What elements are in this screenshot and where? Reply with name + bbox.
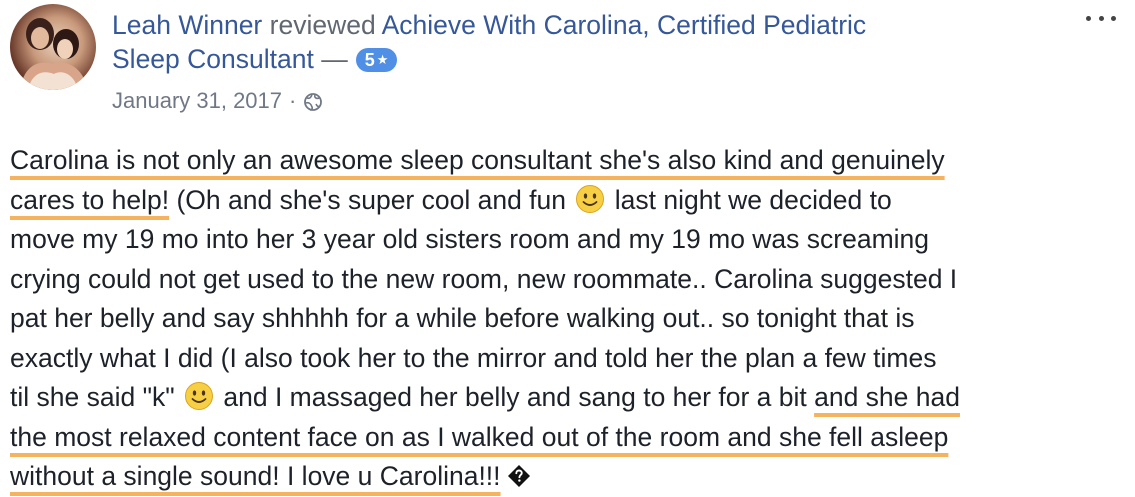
more-dot — [1086, 15, 1091, 21]
review-header: Leah Winner reviewed Achieve With Caroli… — [112, 8, 1072, 76]
more-options-icon[interactable] — [1086, 12, 1116, 24]
globe-icon[interactable] — [303, 92, 323, 112]
highlight-3: and she had — [814, 382, 960, 412]
review-meta: January 31, 2017 · — [112, 86, 323, 116]
meta-separator: · — [289, 88, 297, 113]
reviewer-avatar[interactable] — [10, 4, 96, 90]
smiley-emoji — [184, 381, 214, 411]
highlight-4: the most relaxed content face on as I wa… — [10, 421, 949, 452]
review-date[interactable]: January 31, 2017 — [112, 86, 282, 116]
star-icon: ★ — [376, 52, 389, 67]
body-line-6: exactly what I did (I also took her to t… — [10, 342, 937, 373]
title-dash: — — [321, 44, 348, 74]
rating-badge[interactable]: 5 ★ — [355, 48, 398, 72]
body-text-7b: and I massaged her belly and sang to her… — [216, 382, 815, 412]
body-line-5: pat her belly and say shhhhh for a while… — [10, 303, 915, 333]
highlight-5: without a single sound! I love u Carolin… — [10, 461, 501, 491]
unrecognized-emoji — [507, 464, 531, 488]
review-body: Carolina is not only an awesome sleep co… — [10, 141, 1130, 497]
body-line-8: the most relaxed content face on as I wa… — [10, 418, 1130, 458]
reviewer-name-link[interactable]: Leah Winner — [112, 10, 262, 40]
review-action-text: reviewed — [269, 10, 376, 40]
rating-value: 5 — [364, 50, 375, 70]
body-line-7: til she said "k" and I massaged her bell… — [10, 378, 1130, 418]
body-line-9: without a single sound! I love u Carolin… — [10, 457, 1130, 497]
body-line-2: cares to help! (Oh and she's super cool … — [10, 181, 1130, 221]
body-line-3: move my 19 mo into her 3 year old sister… — [10, 224, 930, 254]
highlight-1: Carolina is not only an awesome sleep co… — [10, 145, 945, 175]
more-dot — [1098, 15, 1104, 21]
body-line-4: crying could not get used to the new roo… — [10, 263, 958, 294]
review-title: Leah Winner reviewed Achieve With Caroli… — [112, 8, 1072, 76]
body-text-2b: (Oh and she's super cool and fun — [169, 184, 574, 215]
body-text-7a: til she said "k" — [10, 382, 182, 412]
more-dot — [1111, 15, 1116, 21]
avatar-image — [20, 18, 88, 90]
page-name-link-cont[interactable]: Sleep Consultant — [112, 44, 314, 74]
body-text-2c: last night we decided to — [607, 184, 892, 215]
highlight-2: cares to help! — [10, 184, 170, 215]
smiley-emoji — [575, 184, 605, 214]
review-card: Leah Winner reviewed Achieve With Caroli… — [0, 0, 1135, 495]
page-name-link[interactable]: Achieve With Carolina, Certified Pediatr… — [382, 10, 867, 40]
body-line-1: Carolina is not only an awesome sleep co… — [10, 141, 1130, 181]
